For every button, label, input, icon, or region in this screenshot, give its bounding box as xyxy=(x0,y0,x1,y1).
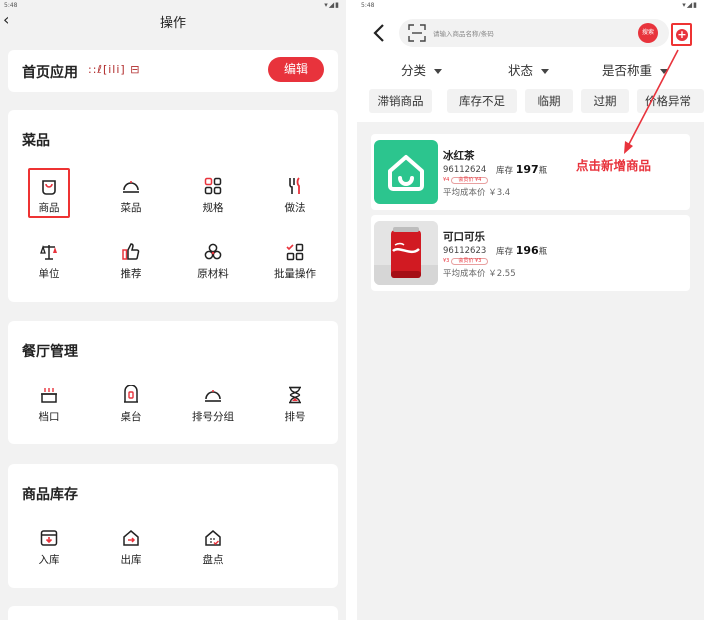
grid-item-label: 出库 xyxy=(120,554,142,566)
more-section-card xyxy=(8,606,338,620)
inbox-icon xyxy=(40,530,58,546)
grid-item-methods[interactable]: 做法 xyxy=(265,176,325,220)
grid-item-label: 推荐 xyxy=(120,268,142,280)
grid-item-stocktake[interactable]: 盘点 xyxy=(183,528,243,572)
edit-button[interactable]: 编辑 xyxy=(268,57,324,82)
grid-item-queue-group[interactable]: 排号分组 xyxy=(183,385,243,429)
search-bar[interactable]: 请输入商品名称/条码 搜索 xyxy=(399,19,669,47)
search-input[interactable]: 请输入商品名称/条码 xyxy=(433,28,494,38)
back-icon[interactable] xyxy=(370,22,388,44)
product-name: 可口可乐 xyxy=(443,231,485,243)
product-code: 96112623 xyxy=(443,246,487,256)
grid-item-units[interactable]: 单位 xyxy=(19,242,79,286)
grid-item-label: 菜品 xyxy=(120,202,142,214)
section-title-restaurant: 餐厅管理 xyxy=(22,344,78,360)
grid-item-specs[interactable]: 规格 xyxy=(183,176,243,220)
tag-slow-moving[interactable]: 滞销商品 xyxy=(369,89,432,113)
home-apps-shortcut-icons: ꞉꞉ℓ[ili] ⊟ xyxy=(88,63,141,76)
status-icons: ▾◢▮ xyxy=(682,1,698,9)
grid-item-label: 单位 xyxy=(38,268,60,280)
cola-can-icon xyxy=(374,221,438,285)
grid-item-recommend[interactable]: 推荐 xyxy=(101,242,161,286)
home-apps-label: 首页应用 xyxy=(22,65,78,81)
dishes-section: 菜品 商品 菜品 规格 做法 单位 推荐 原材料 批量操作 xyxy=(8,110,338,302)
status-time: 5:48 xyxy=(361,2,375,9)
product-name: 冰红茶 xyxy=(443,150,475,162)
status-time: 5:48 xyxy=(4,2,18,9)
grid-item-table[interactable]: 桌台 xyxy=(101,385,161,429)
grid-item-label: 商品 xyxy=(38,202,60,214)
table-icon xyxy=(124,385,138,403)
page-header: ‹ 操作 xyxy=(0,10,346,32)
filter-label: 状态 xyxy=(508,63,534,78)
add-product-button[interactable]: + xyxy=(676,29,688,41)
section-title-stock: 商品库存 xyxy=(22,487,78,503)
product-stock-section: 商品库存 入库 出库 盘点 xyxy=(8,464,338,588)
grid-item-products[interactable]: 商品 xyxy=(19,176,79,220)
grid-item-label: 排号分组 xyxy=(192,411,234,423)
caret-down-icon xyxy=(541,69,550,74)
home-apps-card: 首页应用 ꞉꞉ℓ[ili] ⊟ 编辑 xyxy=(8,50,338,92)
grid-item-stock-in[interactable]: 入库 xyxy=(19,528,79,572)
grid-item-stall[interactable]: 档口 xyxy=(19,385,79,429)
grid-item-batch[interactable]: 批量操作 xyxy=(265,242,325,286)
grid-item-dishes[interactable]: 菜品 xyxy=(101,176,161,220)
filter-label: 分类 xyxy=(401,63,427,78)
product-thumbnail xyxy=(374,221,438,285)
grid-item-label: 桌台 xyxy=(120,411,142,423)
grid-item-stock-out[interactable]: 出库 xyxy=(101,528,161,572)
search-button[interactable]: 搜索 xyxy=(638,23,658,43)
grid-item-label: 入库 xyxy=(38,554,60,566)
member-price-badge: ¥3 会员价 ¥3 xyxy=(443,258,489,266)
grid-item-label: 原材料 xyxy=(197,268,229,280)
cloche-icon xyxy=(123,181,139,193)
highlight-box-add: + xyxy=(671,23,692,46)
status-icons: ▾◢▮ xyxy=(324,1,340,9)
tag-low-stock[interactable]: 库存不足 xyxy=(447,89,517,113)
scale-icon xyxy=(40,244,57,260)
product-average-cost: 平均成本价 ￥3.4 xyxy=(443,188,511,198)
utensils-icon xyxy=(289,177,300,194)
grid-item-ingredients[interactable]: 原材料 xyxy=(183,242,243,286)
restaurant-management-section: 餐厅管理 档口 桌台 排号分组 排号 xyxy=(8,321,338,444)
hourglass-icon xyxy=(289,386,301,404)
outbox-icon xyxy=(123,530,139,546)
cloche-icon xyxy=(205,390,221,402)
bag-icon xyxy=(42,180,56,195)
grid-item-label: 排号 xyxy=(284,411,306,423)
product-code: 96112624 xyxy=(443,165,487,175)
scan-barcode-icon[interactable] xyxy=(408,24,426,42)
filter-status[interactable]: 状态 xyxy=(508,60,550,79)
grid-item-label: 批量操作 xyxy=(274,268,316,280)
batch-icon xyxy=(286,243,304,261)
product-average-cost: 平均成本价 ￥2.55 xyxy=(443,269,516,279)
annotation-arrow-icon xyxy=(624,49,679,154)
ingredients-icon xyxy=(204,243,222,260)
thumbs-up-icon xyxy=(122,243,140,260)
product-stock: 库存 197瓶 xyxy=(496,163,548,176)
caret-down-icon xyxy=(434,69,443,74)
grid-icon xyxy=(204,177,222,195)
filter-category[interactable]: 分类 xyxy=(401,60,443,79)
grid-item-label: 档口 xyxy=(38,411,60,423)
status-bar: 5:48 ▾◢▮ xyxy=(357,0,704,12)
product-list-item[interactable]: 可口可乐 96112623 库存 196瓶 ¥3 会员价 ¥3 平均成本价 ￥2.… xyxy=(371,215,690,291)
product-stock: 库存 196瓶 xyxy=(496,244,548,257)
inventory-icon xyxy=(205,530,221,546)
grid-item-label: 盘点 xyxy=(202,554,224,566)
products-screen: 5:48 ▾◢▮ 请输入商品名称/条码 搜索 + 分类 状态 是否称重 滞销商品… xyxy=(357,0,704,620)
screenshot-stage: 5:48 ▾◢▮ ‹ 操作 首页应用 ꞉꞉ℓ[ili] ⊟ 编辑 菜品 商品 菜… xyxy=(0,0,704,620)
tag-near-expiry[interactable]: 临期 xyxy=(525,89,573,113)
grid-item-label: 规格 xyxy=(202,202,224,214)
page-title: 操作 xyxy=(159,16,186,31)
operations-screen: 5:48 ▾◢▮ ‹ 操作 首页应用 ꞉꞉ℓ[ili] ⊟ 编辑 菜品 商品 菜… xyxy=(0,0,346,620)
stall-icon xyxy=(41,388,57,403)
home-icon xyxy=(388,155,424,191)
grid-item-label: 做法 xyxy=(284,202,306,214)
product-thumbnail xyxy=(374,140,438,204)
section-title-dishes: 菜品 xyxy=(22,133,50,149)
grid-item-queue[interactable]: 排号 xyxy=(265,385,325,429)
annotation-label: 点击新增商品 xyxy=(576,158,652,173)
member-price-badge: ¥4 会员价 ¥4 xyxy=(443,177,489,185)
